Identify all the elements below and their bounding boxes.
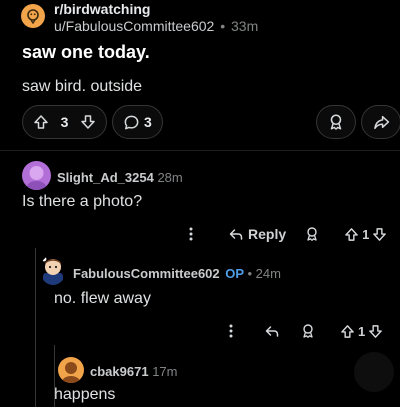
- downvote-icon[interactable]: [372, 227, 387, 242]
- comment-age: 24m: [255, 266, 281, 281]
- more-icon[interactable]: [188, 226, 202, 242]
- comment-score: 1: [362, 226, 370, 242]
- award-button[interactable]: [316, 105, 356, 139]
- comment-author[interactable]: FabulousCommittee602 OP • 24m: [73, 266, 281, 281]
- post-divider: [0, 150, 400, 151]
- post-age: 33m: [231, 18, 259, 34]
- comment-username[interactable]: FabulousCommittee602: [73, 266, 220, 281]
- comment-count: 3: [144, 114, 152, 130]
- upvote-icon[interactable]: [340, 324, 355, 339]
- vote-pill: 3: [22, 105, 107, 139]
- avatar[interactable]: [22, 161, 51, 190]
- comment-body: no. flew away: [54, 290, 151, 307]
- award-icon: [327, 113, 345, 131]
- downvote-icon[interactable]: [80, 114, 96, 130]
- downvote-icon[interactable]: [368, 324, 383, 339]
- comment-body: happens: [54, 386, 116, 403]
- share-button[interactable]: [361, 105, 400, 139]
- op-badge: OP: [225, 266, 244, 281]
- comment-actions: Reply 1: [188, 222, 387, 246]
- meta-separator: •: [220, 18, 226, 34]
- comment-score: 1: [358, 323, 366, 339]
- comment-age: 28m: [157, 170, 183, 185]
- upvote-icon[interactable]: [33, 114, 49, 130]
- comment-body: Is there a photo?: [22, 193, 143, 210]
- post-author[interactable]: u/FabulousCommittee602: [54, 18, 214, 34]
- post-meta: u/FabulousCommittee602 • 33m: [54, 18, 258, 34]
- comment-actions: 1: [228, 319, 383, 343]
- avatar[interactable]: [40, 255, 66, 285]
- comment-username[interactable]: Slight_Ad_3254: [57, 170, 154, 185]
- comment-age: 17m: [152, 364, 178, 379]
- avatar[interactable]: [58, 357, 84, 383]
- more-icon[interactable]: [228, 323, 242, 339]
- comment-author[interactable]: cbak9671 17m: [90, 364, 177, 379]
- bird-icon: [27, 9, 39, 24]
- comment-author[interactable]: Slight_Ad_3254 28m: [57, 170, 183, 185]
- subreddit-icon[interactable]: [21, 4, 45, 28]
- shadow-artifact: [354, 352, 394, 392]
- comments-button[interactable]: 3: [112, 105, 163, 139]
- subreddit-name[interactable]: r/birdwatching: [54, 1, 150, 17]
- post-title[interactable]: saw one today.: [22, 42, 150, 63]
- reply-button[interactable]: Reply: [228, 226, 286, 242]
- comment-icon: [123, 114, 140, 131]
- award-icon[interactable]: [304, 226, 320, 242]
- reply-label: Reply: [248, 226, 287, 242]
- reply-icon: [229, 229, 243, 240]
- reply-icon[interactable]: [264, 323, 280, 339]
- thread-line[interactable]: [35, 248, 36, 407]
- comment-username[interactable]: cbak9671: [90, 364, 149, 379]
- upvote-icon[interactable]: [344, 227, 359, 242]
- post-score: 3: [60, 114, 69, 130]
- post-body: saw bird. outside: [22, 78, 143, 95]
- meta-separator: •: [247, 266, 253, 281]
- share-icon: [373, 114, 390, 131]
- award-icon[interactable]: [300, 323, 316, 339]
